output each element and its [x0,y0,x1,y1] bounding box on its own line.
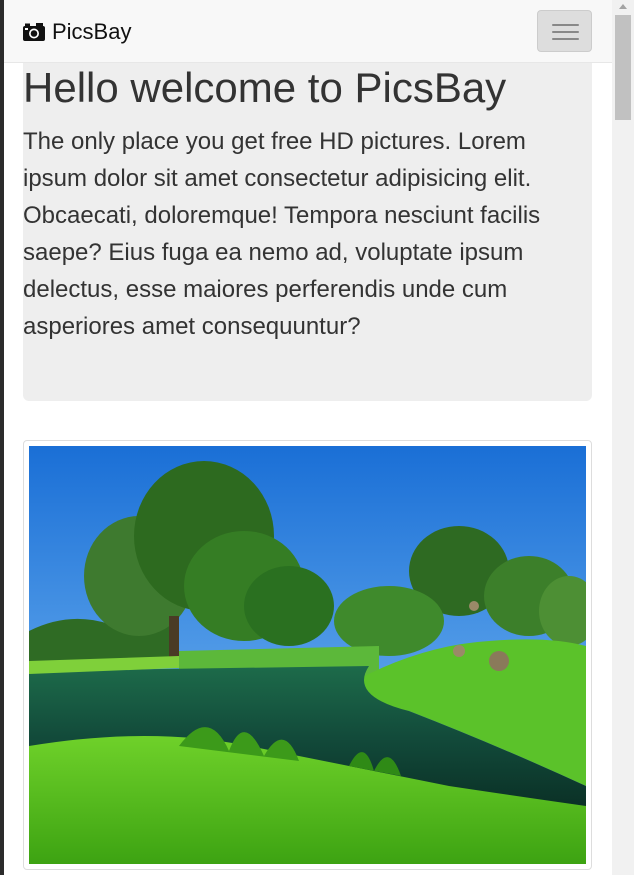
page-title: Hello welcome to PicsBay [23,64,507,111]
navbar-toggle-button[interactable] [537,10,592,52]
image-thumbnail[interactable] [23,440,592,870]
brand-link[interactable]: PicsBay [22,18,131,46]
page-viewport: PicsBay Hello welcome to PicsBay The onl… [4,0,612,875]
scrollbar-thumb[interactable] [615,15,631,120]
brand-title: PicsBay [52,19,132,44]
jumbotron: Hello welcome to PicsBay The only place … [23,56,592,401]
intro-text: The only place you get free HD pictures.… [23,128,541,340]
navbar: PicsBay [4,0,612,63]
landscape-photo [29,446,586,864]
camera-icon [23,23,45,41]
scroll-up-arrow-icon[interactable] [619,4,627,9]
page-scrollbar[interactable] [612,0,634,875]
